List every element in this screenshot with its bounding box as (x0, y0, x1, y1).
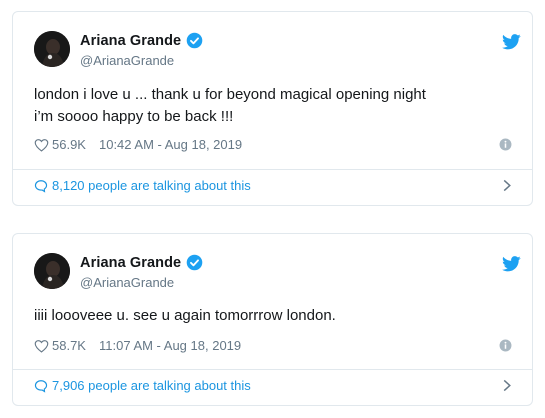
avatar[interactable] (34, 253, 70, 289)
author-handle[interactable]: @ArianaGrande (80, 275, 174, 290)
chevron-right-icon[interactable] (502, 179, 512, 192)
chevron-right-icon[interactable] (502, 379, 512, 392)
tweet-text-line: i’m soooo happy to be back !!! (34, 108, 234, 125)
heart-icon[interactable] (34, 339, 49, 353)
author-handle[interactable]: @ArianaGrande (80, 53, 174, 68)
author-name-text: Ariana Grande (80, 254, 182, 271)
tweet-meta: 58.7K 11:07 AM - Aug 18, 2019 (34, 338, 512, 353)
divider (13, 169, 532, 170)
heart-icon[interactable] (34, 138, 49, 152)
divider (13, 369, 532, 370)
author-name[interactable]: Ariana Grande (80, 254, 203, 271)
like-count[interactable]: 56.9K (52, 137, 86, 152)
conversation-count[interactable]: 7,906 people are talking about this (52, 378, 251, 393)
tweet-text: london i love u ... thank u for beyond m… (34, 84, 512, 128)
speech-bubble-icon (34, 379, 48, 393)
tweet-text-line: iiii loooveee u. see u again tomorrrow l… (34, 307, 336, 324)
avatar[interactable] (34, 31, 70, 67)
conversation-count[interactable]: 8,120 people are talking about this (52, 178, 251, 193)
tweet-meta: 56.9K 10:42 AM - Aug 18, 2019 (34, 137, 512, 152)
info-icon[interactable] (499, 138, 512, 151)
twitter-bird-icon[interactable] (502, 256, 521, 272)
timestamp[interactable]: 10:42 AM - Aug 18, 2019 (99, 137, 242, 152)
twitter-bird-icon[interactable] (502, 34, 521, 50)
conversation-link[interactable]: 7,906 people are talking about this (34, 378, 512, 393)
conversation-link[interactable]: 8,120 people are talking about this (34, 178, 512, 193)
tweet-card[interactable]: Ariana Grande @ArianaGrande iiii looovee… (12, 233, 533, 406)
speech-bubble-icon (34, 179, 48, 193)
tweet-text: iiii loooveee u. see u again tomorrrow l… (34, 305, 512, 327)
info-icon[interactable] (499, 339, 512, 352)
tweet-text-line: london i love u ... thank u for beyond m… (34, 86, 426, 103)
like-count[interactable]: 58.7K (52, 338, 86, 353)
author-name-text: Ariana Grande (80, 32, 182, 49)
verified-badge-icon (186, 32, 203, 49)
timestamp[interactable]: 11:07 AM - Aug 18, 2019 (99, 338, 241, 353)
author-name[interactable]: Ariana Grande (80, 32, 203, 49)
verified-badge-icon (186, 254, 203, 271)
tweet-card[interactable]: Ariana Grande @ArianaGrande london i lov… (12, 11, 533, 206)
